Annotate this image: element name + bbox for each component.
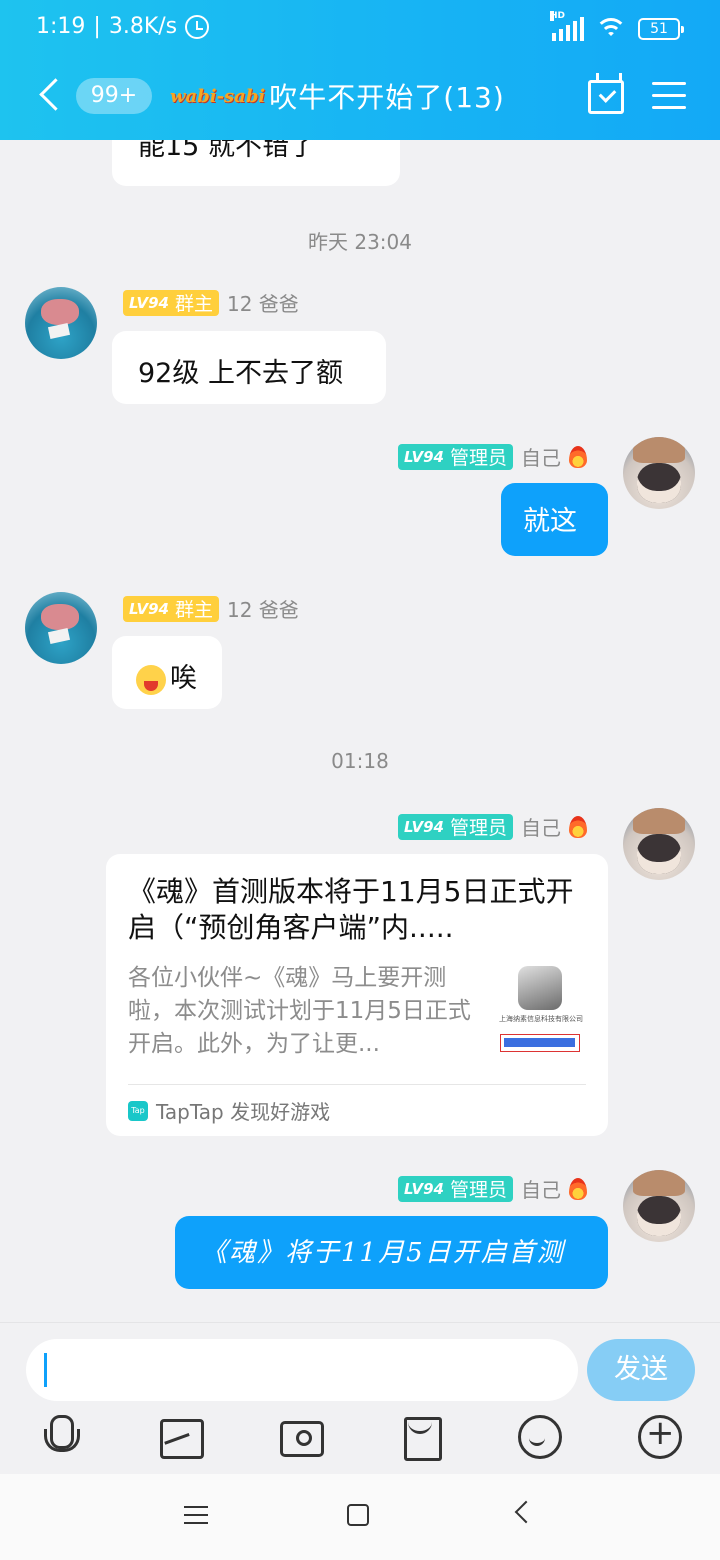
alarm-icon — [185, 14, 210, 39]
sender-info: LV94 管理员 自己 — [398, 442, 587, 471]
thumbnail-text: 上海纳素信息科技有限公司 — [499, 1015, 583, 1023]
message-bubble[interactable]: 唉 — [112, 636, 222, 709]
timestamp: 昨天 23:04 — [308, 230, 412, 254]
sender-info: LV94 管理员 自己 — [398, 1174, 587, 1203]
avatar[interactable] — [623, 808, 695, 880]
battery-icon: 51 — [638, 18, 684, 40]
mic-icon[interactable] — [38, 1415, 82, 1459]
back-icon[interactable] — [36, 76, 66, 116]
message-list[interactable]: 能15 就不错了 昨天 23:04 LV94 群主 12 爸爸 92级 上不去了额… — [0, 140, 720, 1322]
composer-toolbar — [0, 1413, 720, 1465]
source-text: TapTap 发现好游戏 — [156, 1100, 331, 1124]
thumbnail-button — [500, 1034, 580, 1052]
system-nav-bar — [0, 1474, 720, 1560]
camera-icon[interactable] — [278, 1415, 324, 1459]
calendar-icon[interactable] — [588, 73, 624, 114]
message-text: 能15 就不错了 — [138, 140, 316, 162]
sender-name: 自己 — [521, 1178, 561, 1202]
message-text: 92级 上不去了额 — [138, 358, 343, 389]
message-bubble[interactable]: 能15 就不错了 — [112, 140, 400, 186]
composer: 发送 — [0, 1322, 720, 1474]
game-logo-icon — [518, 966, 562, 1010]
card-description: 各位小伙伴~《魂》马上要开测啦，本次测试计划于11月5日正式开启。此外，为了让更… — [128, 965, 471, 1057]
timestamp: 01:18 — [331, 749, 389, 773]
message-bubble-self[interactable]: 《魂》将于11月5日开启首测 — [175, 1216, 608, 1289]
signal-icon: HD — [550, 11, 584, 41]
message-input[interactable] — [44, 1349, 554, 1391]
red-packet-icon[interactable] — [400, 1415, 444, 1461]
status-separator: | — [93, 14, 101, 39]
avatar[interactable] — [25, 592, 97, 664]
owner-badge: LV94 群主 — [123, 595, 219, 622]
message-text: 《魂》将于11月5日开启首测 — [201, 1238, 565, 1268]
admin-badge: LV94 管理员 — [398, 1175, 513, 1202]
taptap-logo-icon: Tap — [128, 1100, 148, 1121]
card-thumbnail: 上海纳素信息科技有限公司 — [494, 962, 588, 1056]
fire-icon — [569, 1177, 587, 1200]
message-text: 唉 — [170, 663, 197, 694]
link-share-card[interactable]: 《魂》首测版本将于11月5日正式开启（“预创角客户端”内..... 各位小伙伴~… — [106, 854, 608, 1136]
group-name: 吹牛不开始了(13) — [269, 81, 505, 114]
avatar[interactable] — [623, 437, 695, 509]
message-bubble-self[interactable]: 就这 — [501, 483, 608, 556]
image-icon[interactable] — [158, 1415, 204, 1459]
unread-count-badge[interactable]: 99+ — [76, 78, 152, 114]
text-cursor — [44, 1353, 47, 1387]
message-text: 就这 — [523, 506, 577, 537]
avatar[interactable] — [623, 1170, 695, 1242]
status-time: 1:19 — [36, 14, 86, 39]
card-source: Tap TapTap 发现好游戏 — [128, 1096, 330, 1125]
fire-icon — [569, 815, 587, 838]
sender-info: LV94 群主 12 爸爸 — [123, 594, 299, 623]
admin-badge: LV94 管理员 — [398, 813, 513, 840]
avatar[interactable] — [25, 287, 97, 359]
message-input-box[interactable] — [26, 1339, 578, 1401]
top-bar: 1:19 | 3.8K/s HD 51 99+ wabi-sabi 吹牛不开始了… — [0, 0, 720, 140]
wifi-icon — [594, 16, 628, 42]
divider — [128, 1084, 586, 1085]
battery-level: 51 — [650, 21, 668, 37]
message-bubble[interactable]: 92级 上不去了额 — [112, 331, 386, 404]
sender-name: 12 爸爸 — [227, 292, 299, 316]
emoji-icon[interactable] — [518, 1415, 562, 1459]
sender-name: 自己 — [521, 446, 561, 470]
home-icon[interactable] — [347, 1504, 369, 1526]
emoji-bleeding-icon — [136, 664, 166, 695]
fire-icon — [569, 445, 587, 468]
group-logo: wabi-sabi — [170, 85, 266, 107]
status-bar-left: 1:19 | 3.8K/s — [36, 14, 210, 39]
network-speed: 3.8K/s — [108, 14, 178, 39]
admin-badge: LV94 管理员 — [398, 443, 513, 470]
recent-apps-icon[interactable] — [184, 1506, 208, 1526]
sender-info: LV94 群主 12 爸爸 — [123, 288, 299, 317]
hd-label: HD — [550, 11, 566, 21]
menu-icon[interactable] — [652, 82, 686, 110]
status-bar-right: HD 51 — [550, 11, 684, 42]
send-button[interactable]: 发送 — [587, 1339, 695, 1401]
owner-badge: LV94 群主 — [123, 289, 219, 316]
chat-title[interactable]: wabi-sabi 吹牛不开始了(13) — [170, 76, 505, 116]
card-title: 《魂》首测版本将于11月5日正式开启（“预创角客户端”内..... — [128, 875, 574, 944]
message-content: 唉 — [136, 656, 197, 695]
plus-icon[interactable] — [638, 1413, 682, 1459]
sender-name: 自己 — [521, 816, 561, 840]
sender-info: LV94 管理员 自己 — [398, 812, 587, 841]
nav-back-icon[interactable] — [514, 1500, 538, 1524]
sender-name: 12 爸爸 — [227, 598, 299, 622]
